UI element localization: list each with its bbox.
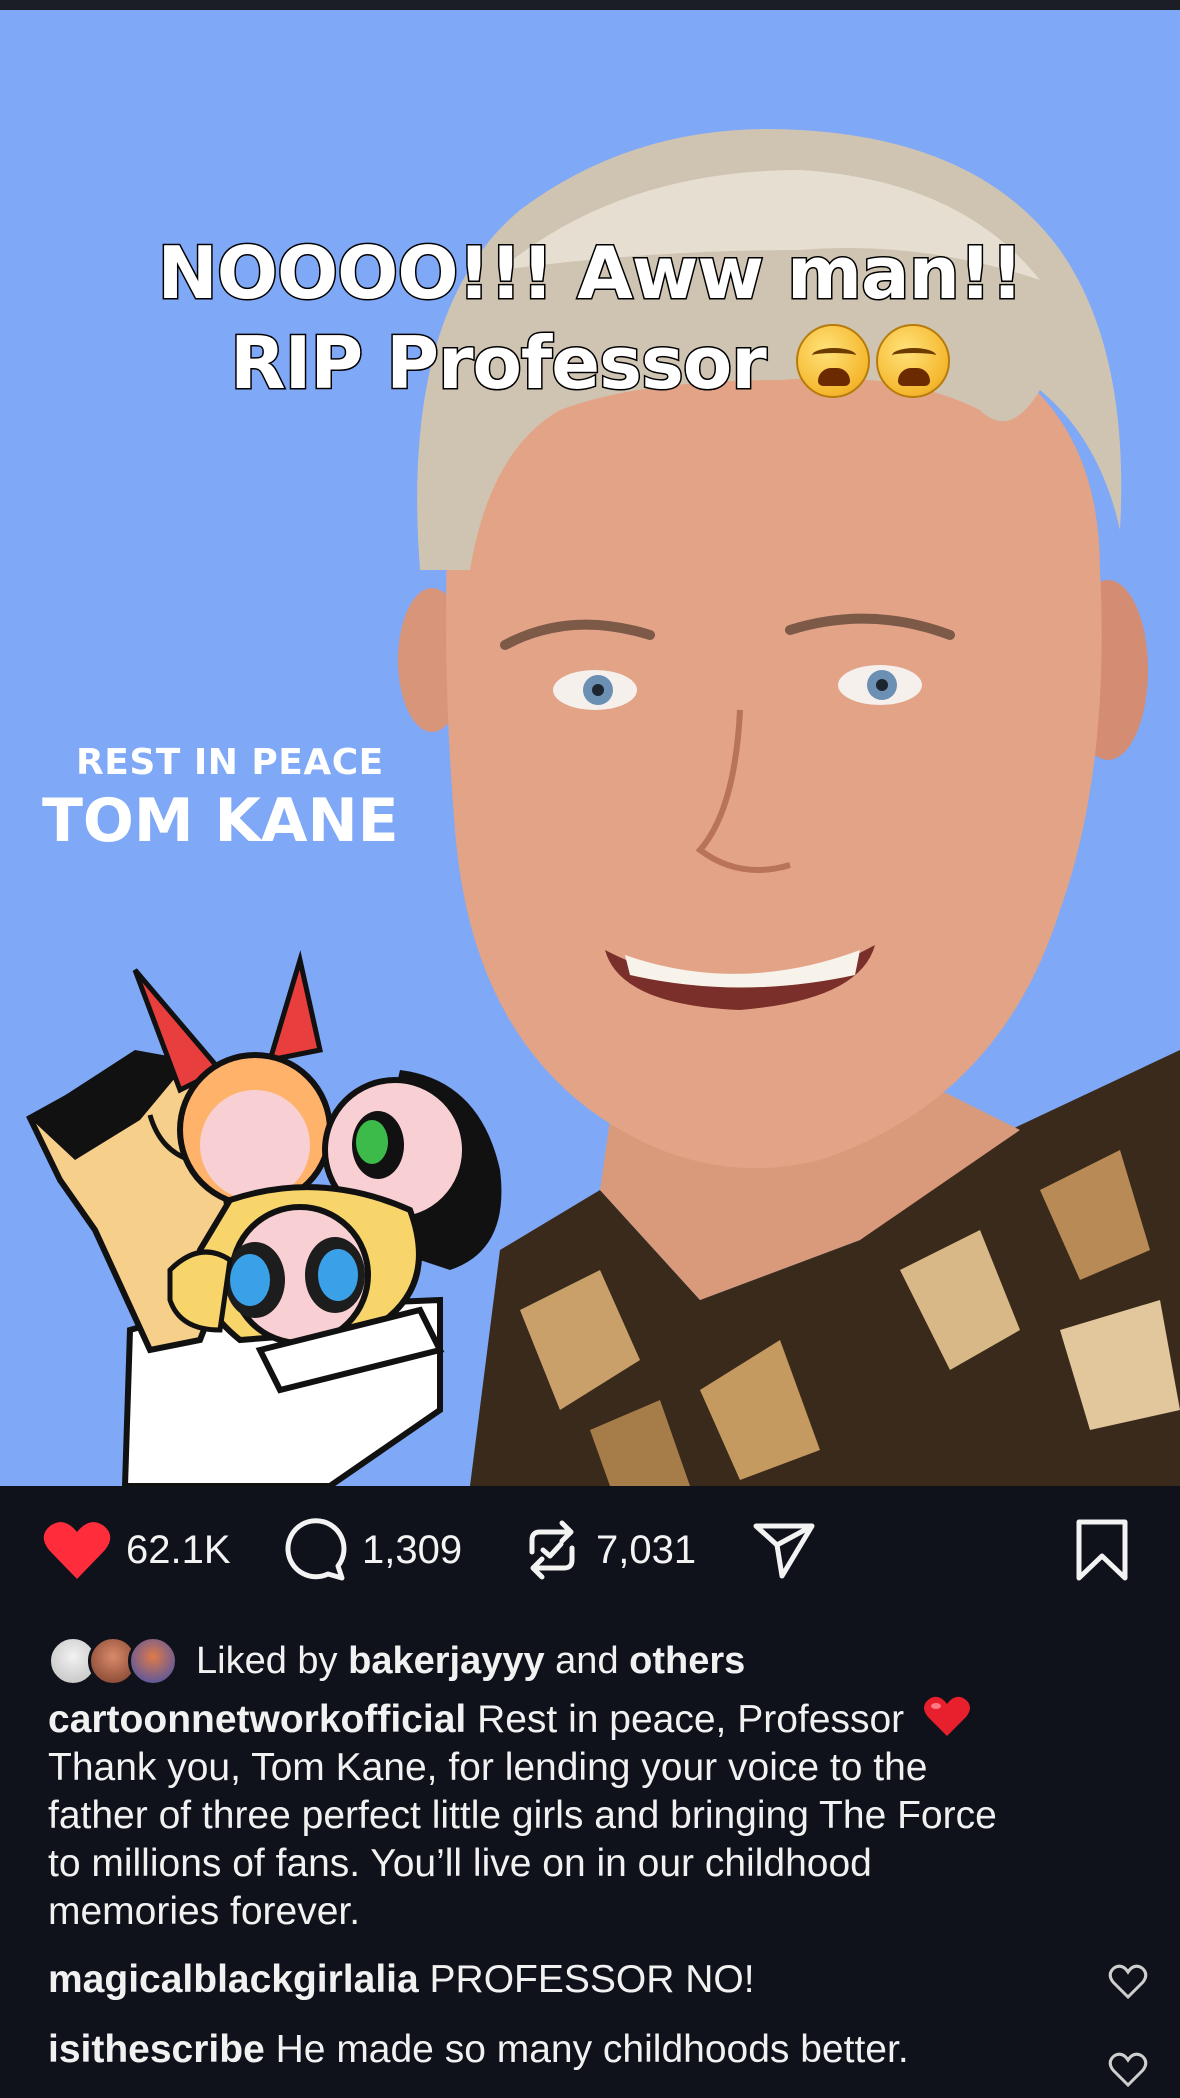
comment-heart-icon[interactable] (1108, 2052, 1148, 2088)
comment-text: PROFESSOR NO! (429, 1958, 755, 2001)
bookmark-button[interactable] (1074, 1518, 1130, 1582)
comment-username[interactable]: magicalblackgirlalia (48, 1958, 419, 2001)
comment-count: 1,309 (362, 1527, 463, 1572)
overlay-caption: NOOOO!!! Aww man!! RIP Professor (0, 228, 1180, 408)
weary-face-emoji-icon (875, 324, 950, 398)
caption-line4: to millions of fans. You’ll live on in o… (48, 1842, 872, 1885)
post-actions-bar: 62.1K 1,309 7,031 (0, 1486, 1180, 1626)
share-button[interactable] (752, 1518, 816, 1582)
liked-by-avatars (48, 1633, 184, 1689)
post-caption: cartoonnetworkofficial Rest in peace, Pr… (48, 1694, 1148, 1936)
caption-username[interactable]: cartoonnetworkofficial (48, 1698, 466, 1741)
liked-by-others[interactable]: others (629, 1640, 745, 1683)
overlay-caption-line1: NOOOO!!! Aww man!! (156, 230, 1025, 317)
repost-button[interactable]: 7,031 (522, 1518, 696, 1582)
caption-line5: memories forever. (48, 1890, 361, 1933)
caption-line2: Thank you, Tom Kane, for lending your vo… (48, 1746, 928, 1789)
like-button[interactable]: 62.1K (42, 1518, 231, 1582)
caption-line1: Rest in peace, Professor (477, 1698, 905, 1741)
comment-text: He made so many childhoods better. (275, 2028, 909, 2071)
weary-face-emoji-icon (795, 324, 870, 398)
status-bar-edge (0, 0, 1180, 10)
bookmark-icon (1076, 1519, 1128, 1581)
post-image[interactable]: NOOOO!!! Aww man!! RIP Professor REST IN… (0, 10, 1180, 1486)
heart-icon (43, 1522, 111, 1579)
like-count: 62.1K (126, 1527, 231, 1572)
comment-heart-icon[interactable] (1108, 1964, 1148, 2000)
liked-by-conj: and (555, 1639, 619, 1682)
comment-username[interactable]: isithescribe (48, 2028, 265, 2071)
overlay-caption-line2: RIP Professor (229, 320, 769, 407)
image-text-rest-in-peace: REST IN PEACE (76, 742, 384, 783)
comment-bubble-icon (285, 1518, 347, 1581)
liked-by-user[interactable]: bakerjayyy (348, 1640, 545, 1683)
comment-row: magicalblackgirlalia PROFESSOR NO! (48, 1956, 1108, 2004)
liked-by-row[interactable]: Liked by bakerjayyy and others (48, 1632, 745, 1690)
comment-row: isithescribe He made so many childhoods … (48, 2026, 1108, 2074)
avatar (128, 1636, 178, 1686)
caption-line3: father of three perfect little girls and… (48, 1794, 997, 1837)
repost-count: 7,031 (596, 1527, 697, 1572)
comment-button[interactable]: 1,309 (284, 1518, 462, 1582)
image-text-name: TOM KANE (42, 786, 399, 856)
repost-icon (529, 1520, 575, 1580)
liked-by-prefix: Liked by (196, 1639, 338, 1682)
red-heart-emoji-icon (923, 1696, 970, 1736)
share-send-icon (753, 1523, 815, 1579)
